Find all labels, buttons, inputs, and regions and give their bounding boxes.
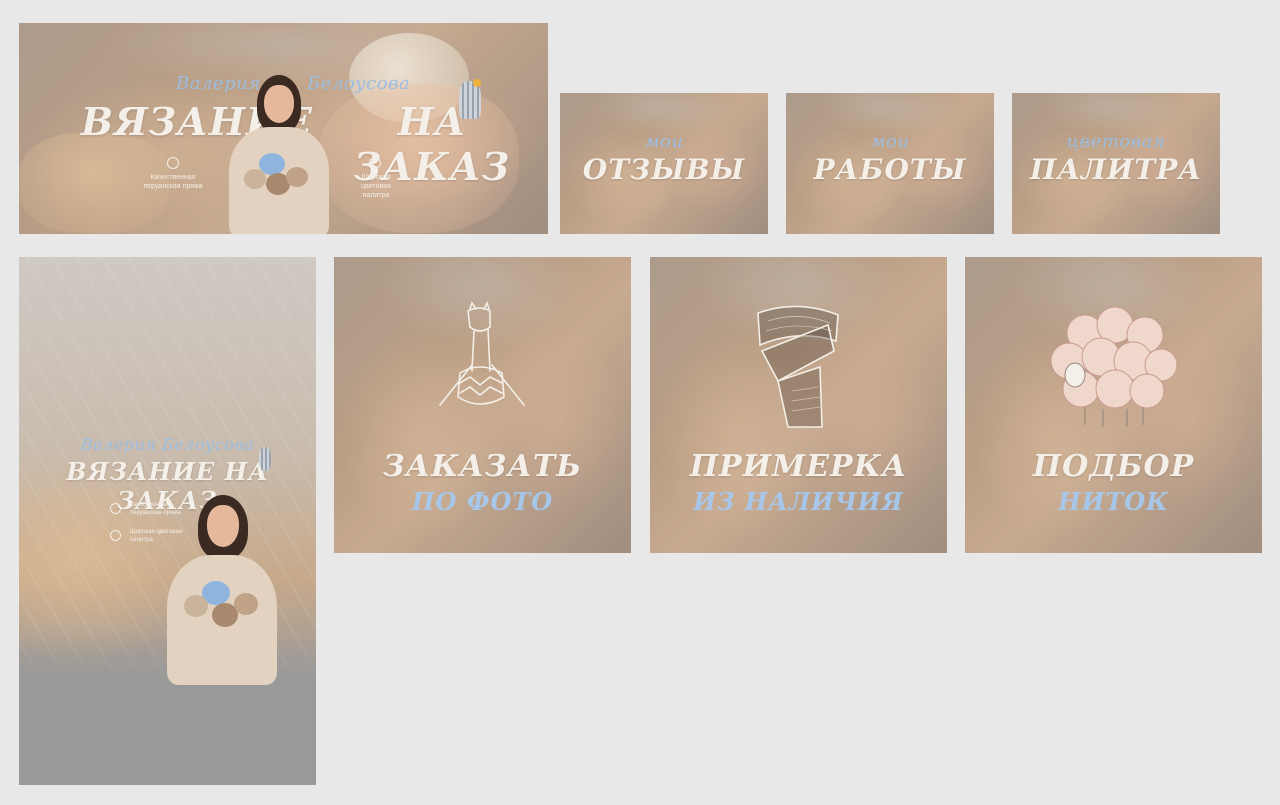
vertical-name: Валерия Белоусова (80, 435, 255, 454)
small-card-script: цветовая (1066, 131, 1166, 152)
small-card-title: ОТЗЫВЫ (582, 153, 746, 186)
banner-feature-2: Широкая цветовая палитра (361, 174, 391, 199)
small-card-reviews[interactable]: мои ОТЗЫВЫ (560, 93, 768, 234)
small-card-title: РАБОТЫ (813, 153, 967, 186)
feature-palette-icon (369, 157, 381, 169)
feature-palette-icon (110, 530, 121, 541)
small-card-palette[interactable]: цветовая ПАЛИТРА (1012, 93, 1220, 234)
mascot-icon (259, 447, 271, 471)
person-photo (162, 495, 282, 685)
square-card-line1: ЗАКАЗАТЬ (383, 449, 582, 484)
square-card-line1: ПРИМЕРКА (689, 449, 908, 484)
feature-yarn-icon (110, 503, 121, 514)
small-card-script: мои (870, 131, 910, 152)
square-card-line2: ИЗ НАЛИЧИЯ (693, 487, 904, 516)
small-card-script: мои (644, 131, 684, 152)
square-card-line1: ПОДБОР (1032, 449, 1195, 484)
mascot-hat-icon (473, 79, 481, 87)
sheep-yarn-icon (1050, 306, 1178, 427)
banner-feature-1: Качественная перуанская пряжа (143, 174, 203, 190)
banner-card[interactable]: Валерия Белоусова ВЯЗАНИЕ НА ЗАКАЗ Качес… (19, 23, 548, 234)
square-card-line2: НИТОК (1058, 487, 1169, 516)
scarf-icon (757, 305, 839, 428)
person-photo (224, 75, 334, 234)
small-card-works[interactable]: мои РАБОТЫ (786, 93, 994, 234)
small-card-title: ПАЛИТРА (1029, 153, 1203, 186)
square-card-line2: ПО ФОТО (411, 487, 554, 516)
square-card-yarn-selection[interactable]: ПОДБОР НИТОК (965, 257, 1262, 553)
square-card-fitting[interactable]: ПРИМЕРКА ИЗ НАЛИЧИЯ (650, 257, 947, 553)
square-card-order-photo[interactable]: ЗАКАЗАТЬ ПО ФОТО (334, 257, 631, 553)
feature-yarn-icon (167, 157, 179, 169)
llama-knitting-icon (439, 301, 525, 406)
vertical-card[interactable]: Валерия Белоусова ВЯЗАНИЕ НА ЗАКАЗ Качес… (19, 257, 316, 785)
